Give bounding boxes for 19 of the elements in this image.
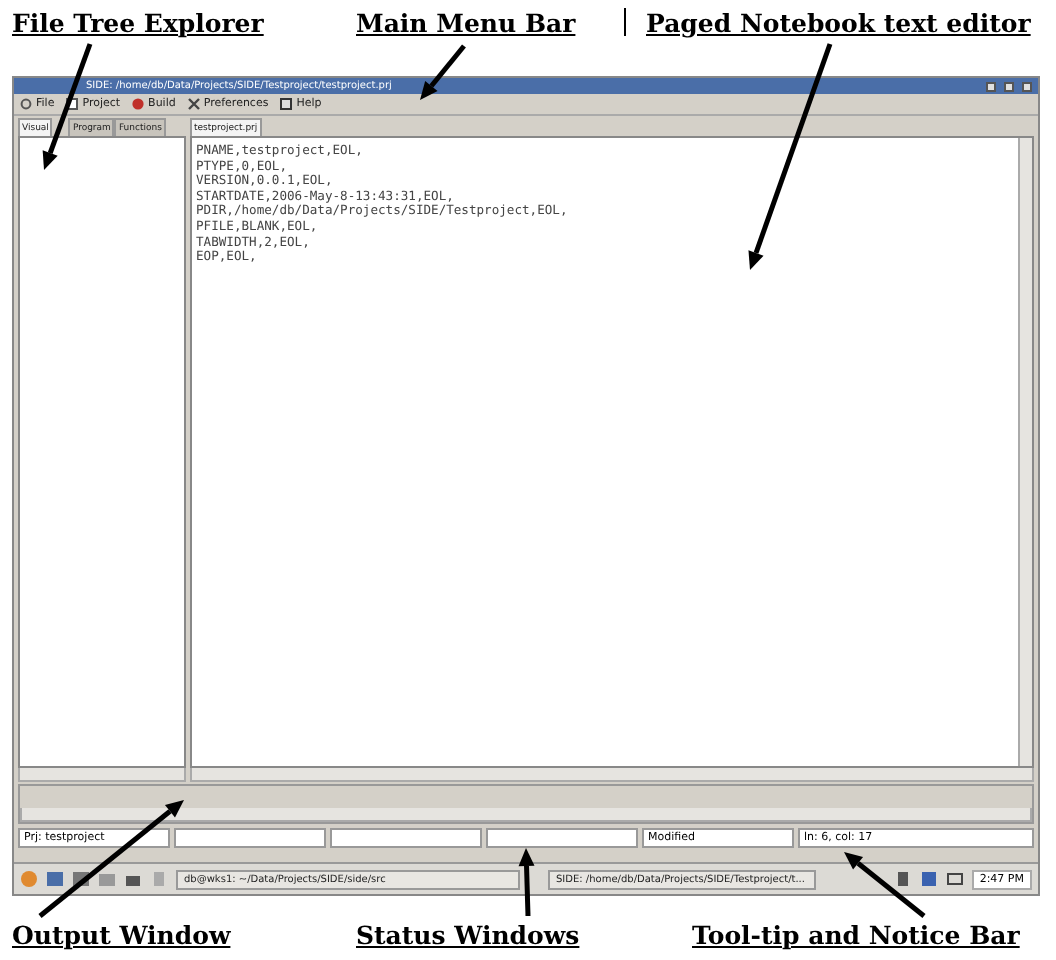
horizontal-scrollbar[interactable] — [20, 808, 1032, 822]
arrow — [844, 852, 926, 918]
annotation-label: Output Window — [12, 919, 233, 949]
arrow — [518, 848, 535, 917]
arrow — [420, 44, 466, 100]
circle-icon — [132, 98, 145, 110]
horizontal-scrollbar[interactable] — [190, 768, 1034, 782]
minimize-button[interactable] — [986, 81, 996, 91]
annotation-label: Tool-tip and Notice Bar — [692, 919, 1020, 949]
annotation-label: Status Windows — [356, 919, 582, 949]
close-button[interactable] — [1022, 81, 1032, 91]
window-icon[interactable] — [46, 870, 64, 888]
launcher-icon[interactable] — [20, 870, 38, 888]
maximize-button[interactable] — [1004, 81, 1014, 91]
annotation-label: Main Menu Bar — [356, 8, 578, 38]
annotation-label: File Tree Explorer — [12, 8, 266, 38]
annotation-label: Paged Notebook text editor — [646, 8, 1031, 38]
horizontal-scrollbar[interactable] — [18, 768, 186, 782]
vertical-scrollbar[interactable] — [1018, 138, 1032, 766]
